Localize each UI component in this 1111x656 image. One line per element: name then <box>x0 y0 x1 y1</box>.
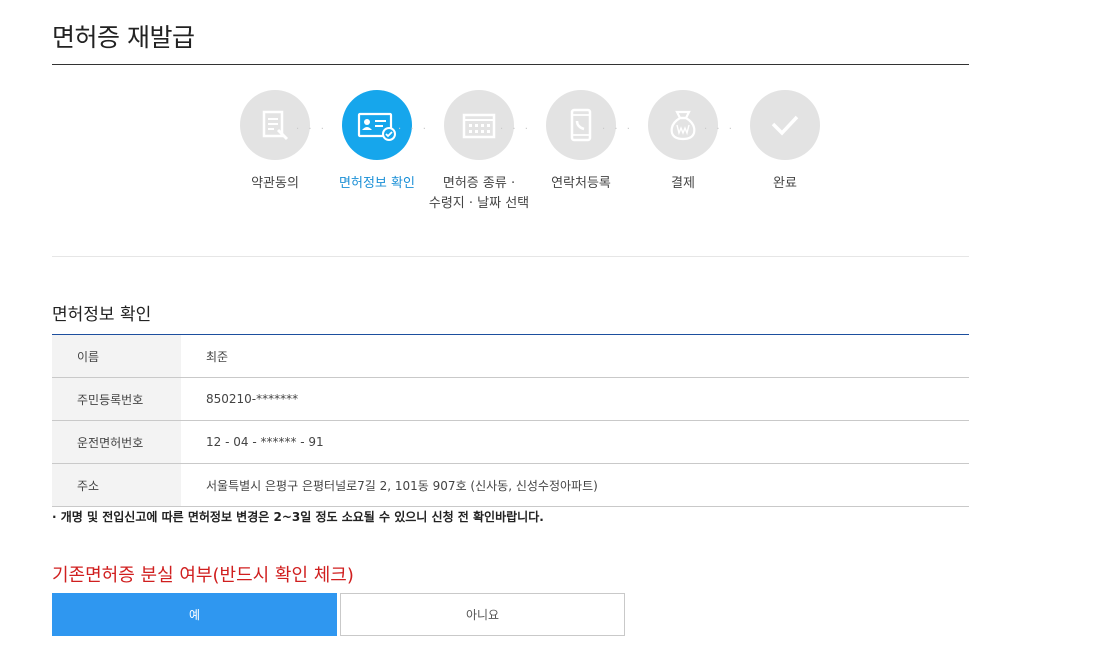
table-row: 운전면허번호 12 - 04 - ****** - 91 <box>52 420 969 464</box>
lost-license-title: 기존면허증 분실 여부(반드시 확인 체크) <box>52 565 354 586</box>
step-label: 연락처등록 <box>551 176 611 191</box>
step-license-type: 면허증 종류 · 수령지 · 날짜 선택 <box>424 90 534 214</box>
step-label-line2: 수령지 · 날짜 선택 <box>428 196 530 211</box>
step-label-line1: 면허증 종류 · <box>442 176 516 191</box>
row-label-address: 주소 <box>52 463 181 507</box>
step-label: 완료 <box>773 176 797 191</box>
calendar-icon <box>462 113 496 139</box>
step-payment: 결제 <box>628 90 738 194</box>
step-complete: 완료 <box>730 90 840 194</box>
no-button[interactable]: 아니요 <box>340 593 625 636</box>
phone-icon <box>570 108 592 142</box>
table-row: 이름 최준 <box>52 334 969 378</box>
step-label: 약관동의 <box>251 176 299 191</box>
step-label: 면허증 종류 · 수령지 · 날짜 선택 <box>424 174 534 214</box>
page-title: 면허증 재발급 <box>52 23 195 52</box>
table-row: 주민등록번호 850210-******* <box>52 377 969 421</box>
id-card-icon <box>357 112 396 141</box>
license-info-table: 이름 최준 주민등록번호 850210-******* 운전면허번호 12 - … <box>52 334 969 507</box>
progress-steps: 약관동의 · · · 면허정보 확인 · · · 면허증 종류 · 수령지 · … <box>220 90 820 220</box>
step-license-info: 면허정보 확인 <box>322 90 432 194</box>
row-value-address: 서울특별시 은평구 은평터널로7길 2, 101동 907호 (신사동, 신성수… <box>206 478 598 493</box>
row-value-license-number: 12 - 04 - ****** - 91 <box>206 435 324 449</box>
table-row: 주소 서울특별시 은평구 은평터널로7길 2, 101동 907호 (신사동, … <box>52 463 969 507</box>
license-info-title: 면허정보 확인 <box>52 305 152 325</box>
row-label-resident-number: 주민등록번호 <box>52 377 181 421</box>
step-terms: 약관동의 <box>220 90 330 194</box>
row-value-resident-number: 850210-******* <box>206 392 299 406</box>
money-bag-icon <box>670 110 696 141</box>
step-label: 결제 <box>671 176 695 191</box>
step-label: 면허정보 확인 <box>339 176 415 191</box>
row-value-name: 최준 <box>206 349 229 364</box>
check-icon <box>771 115 799 136</box>
yes-button[interactable]: 예 <box>52 593 337 636</box>
step-contact: 연락처등록 <box>526 90 636 194</box>
info-change-notice: · 개명 및 전입신고에 따른 면허정보 변경은 2~3일 정도 소요될 수 있… <box>52 510 544 524</box>
document-icon <box>262 110 289 141</box>
row-label-license-number: 운전면허번호 <box>52 420 181 464</box>
title-divider <box>52 64 969 65</box>
step-circle <box>750 90 820 160</box>
section-divider <box>52 256 969 257</box>
row-label-name: 이름 <box>52 334 181 378</box>
